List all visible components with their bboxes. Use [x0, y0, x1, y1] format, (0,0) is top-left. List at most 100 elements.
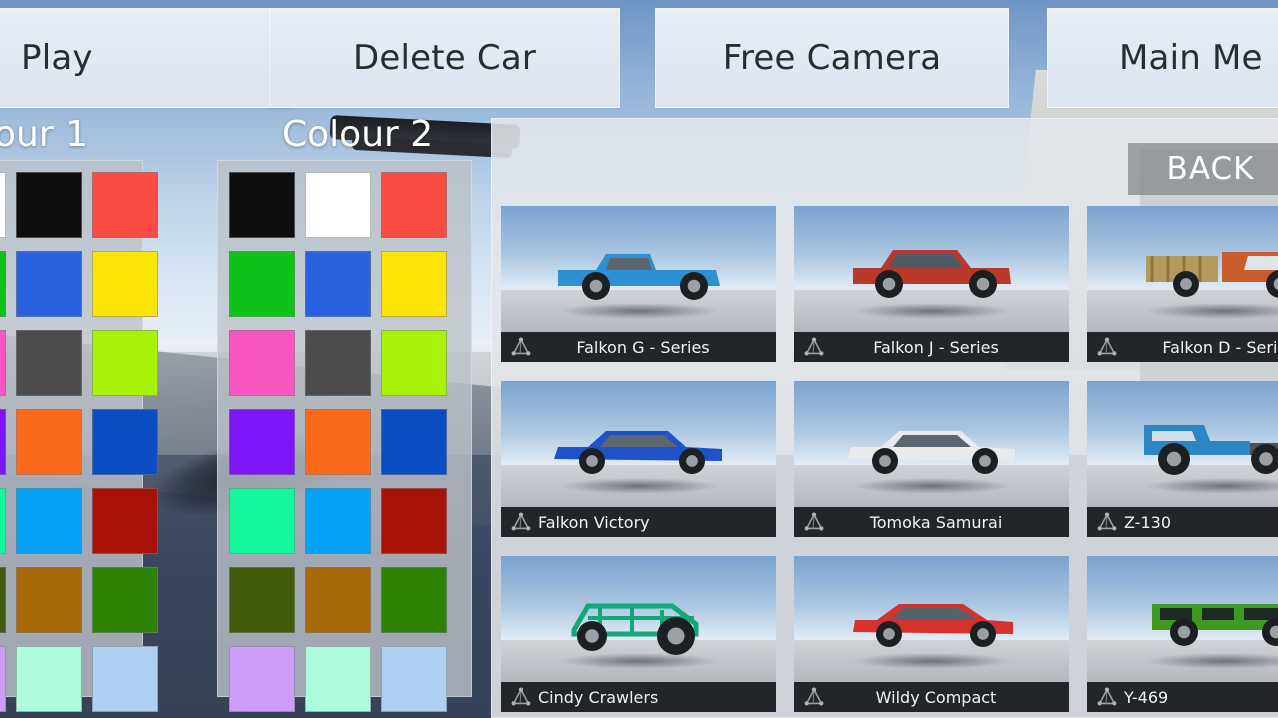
- car-list-grid: Falkon G - Series Falkon J - Series Falkon…: [501, 206, 1278, 712]
- colour-swatch[interactable]: [92, 172, 158, 238]
- mesh-prefab-icon: [803, 686, 825, 708]
- colour-swatch[interactable]: [0, 172, 6, 238]
- car-name: Wildy Compact: [831, 688, 1069, 707]
- colour-swatch[interactable]: [92, 567, 158, 633]
- mesh-prefab-icon: [803, 511, 825, 533]
- play-button[interactable]: Play: [0, 8, 291, 108]
- colour-swatch[interactable]: [305, 646, 371, 712]
- car-render: [837, 230, 1027, 314]
- colour-swatch[interactable]: [229, 567, 295, 633]
- car-card[interactable]: Falkon Victory: [501, 381, 776, 537]
- colour-swatch[interactable]: [229, 251, 295, 317]
- colour-swatch[interactable]: [381, 330, 447, 396]
- colour-swatch[interactable]: [229, 646, 295, 712]
- colour-swatch[interactable]: [0, 409, 6, 475]
- car-label-bar: Wildy Compact: [794, 682, 1069, 712]
- car-thumbnail: [501, 381, 776, 507]
- colour-swatch[interactable]: [229, 172, 295, 238]
- car-render: [837, 580, 1027, 664]
- colour-swatch[interactable]: [0, 251, 6, 317]
- colour-swatch[interactable]: [381, 488, 447, 554]
- colour-swatch[interactable]: [305, 567, 371, 633]
- car-card[interactable]: Wildy Compact: [794, 556, 1069, 712]
- car-card[interactable]: Falkon J - Series: [794, 206, 1069, 362]
- colour-swatch[interactable]: [381, 409, 447, 475]
- colour-swatch[interactable]: [229, 488, 295, 554]
- colour-swatch[interactable]: [305, 330, 371, 396]
- car-label-bar: Y-469: [1087, 682, 1278, 712]
- colour-1-title: olour 1: [0, 114, 88, 155]
- car-label-bar: Z-130: [1087, 507, 1278, 537]
- colour-swatch[interactable]: [305, 251, 371, 317]
- main-menu-button[interactable]: Main Me: [1047, 8, 1278, 108]
- colour-swatch[interactable]: [229, 330, 295, 396]
- free-camera-button[interactable]: Free Camera: [655, 8, 1009, 108]
- colour-swatch[interactable]: [16, 567, 82, 633]
- car-name: Z-130: [1124, 513, 1278, 532]
- colour-swatch[interactable]: [92, 330, 158, 396]
- car-card[interactable]: Falkon G - Series: [501, 206, 776, 362]
- colour-swatch[interactable]: [381, 646, 447, 712]
- car-name: Tomoka Samurai: [831, 513, 1069, 532]
- car-thumbnail: [794, 206, 1069, 332]
- colour-swatch[interactable]: [16, 646, 82, 712]
- car-card[interactable]: Falkon D - Series: [1087, 206, 1278, 362]
- colour-swatch[interactable]: [16, 251, 82, 317]
- colour-swatch[interactable]: [381, 251, 447, 317]
- colour-2-title: Colour 2: [282, 114, 433, 155]
- colour-swatch[interactable]: [16, 409, 82, 475]
- colour-2-palette[interactable]: [217, 160, 472, 697]
- mesh-prefab-icon: [803, 336, 825, 358]
- colour-swatch[interactable]: [229, 409, 295, 475]
- colour-swatch[interactable]: [16, 488, 82, 554]
- colour-swatch[interactable]: [381, 172, 447, 238]
- colour-swatch[interactable]: [92, 488, 158, 554]
- play-button-label: Play: [21, 38, 93, 78]
- car-label-bar: Falkon D - Series: [1087, 332, 1278, 362]
- car-thumbnail: [794, 381, 1069, 507]
- car-label-bar: Cindy Crawlers: [501, 682, 776, 712]
- car-name: Falkon G - Series: [538, 338, 776, 357]
- car-card[interactable]: Y-469: [1087, 556, 1278, 712]
- colour-swatch[interactable]: [16, 330, 82, 396]
- mesh-prefab-icon: [1096, 511, 1118, 533]
- car-render: [1130, 405, 1278, 489]
- colour-swatch[interactable]: [381, 567, 447, 633]
- car-thumbnail: [501, 206, 776, 332]
- back-button-label: BACK: [1167, 151, 1255, 187]
- car-thumbnail: [1087, 381, 1278, 507]
- colour-swatch[interactable]: [92, 409, 158, 475]
- colour-1-palette[interactable]: [0, 160, 143, 697]
- colour-swatch[interactable]: [0, 330, 6, 396]
- back-button[interactable]: BACK: [1128, 143, 1278, 195]
- delete-car-button[interactable]: Delete Car: [269, 8, 620, 108]
- car-name: Falkon D - Series: [1124, 338, 1278, 357]
- colour-swatch[interactable]: [305, 172, 371, 238]
- colour-swatch[interactable]: [0, 488, 6, 554]
- colour-swatch[interactable]: [92, 646, 158, 712]
- colour-swatch[interactable]: [92, 251, 158, 317]
- free-camera-button-label: Free Camera: [723, 38, 942, 78]
- colour-swatch[interactable]: [0, 567, 6, 633]
- colour-swatch[interactable]: [16, 172, 82, 238]
- mesh-prefab-icon: [1096, 686, 1118, 708]
- car-render: [1130, 230, 1278, 314]
- colour-swatch[interactable]: [0, 646, 6, 712]
- colour-swatch[interactable]: [305, 488, 371, 554]
- car-card[interactable]: Cindy Crawlers: [501, 556, 776, 712]
- car-thumbnail: [794, 556, 1069, 682]
- car-render: [544, 405, 734, 489]
- colour-swatch[interactable]: [305, 409, 371, 475]
- car-card[interactable]: Tomoka Samurai: [794, 381, 1069, 537]
- car-label-bar: Falkon G - Series: [501, 332, 776, 362]
- mesh-prefab-icon: [510, 686, 532, 708]
- mesh-prefab-icon: [510, 511, 532, 533]
- mesh-prefab-icon: [510, 336, 532, 358]
- car-name: Falkon Victory: [538, 513, 776, 532]
- car-card[interactable]: Z-130: [1087, 381, 1278, 537]
- delete-car-button-label: Delete Car: [353, 38, 536, 78]
- car-render: [1130, 580, 1278, 664]
- car-thumbnail: [1087, 556, 1278, 682]
- car-thumbnail: [1087, 206, 1278, 332]
- car-name: Y-469: [1124, 688, 1278, 707]
